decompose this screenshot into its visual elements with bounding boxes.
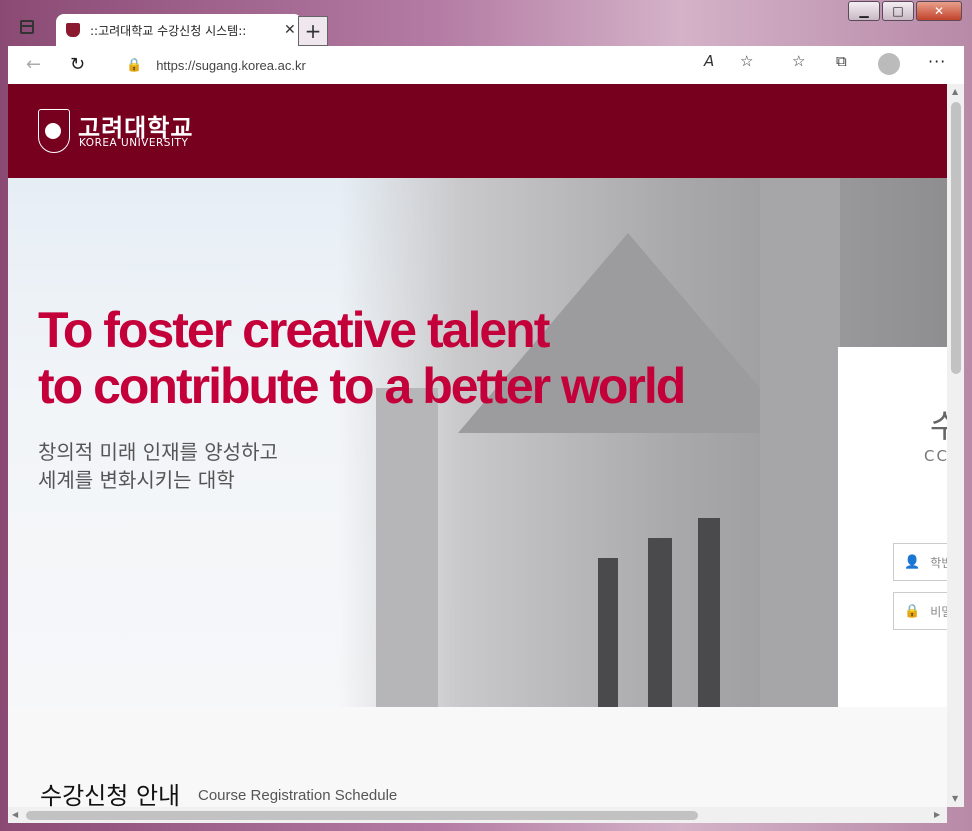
- hero-subtitle-line2: 세계를 변화시키는 대학: [38, 468, 235, 492]
- left-tower: [376, 388, 438, 707]
- browser-window: ▁ □ ✕ ::고려대학교 수강신청 시스템:: ✕ + ← ↻ 🔒 https…: [0, 0, 972, 831]
- lock-icon[interactable]: 🔒: [126, 58, 142, 73]
- section-title-english: Course Registration Schedule: [198, 787, 398, 804]
- login-subheading: CC: [924, 447, 947, 465]
- user-icon: 👤: [904, 554, 921, 570]
- student-id-field[interactable]: 👤 학번: [893, 543, 947, 581]
- scroll-left-icon[interactable]: ◀: [12, 810, 18, 819]
- right-tower: [760, 178, 840, 707]
- section-title-korean: 수강신청 안내: [40, 782, 181, 807]
- hero-banner: To foster creative talent to contribute …: [8, 178, 947, 707]
- favicon-icon: [66, 23, 80, 37]
- hero-title: To foster creative talent to contribute …: [38, 302, 686, 414]
- horizontal-scroll-thumb[interactable]: [26, 811, 698, 820]
- scroll-right-icon[interactable]: ▶: [934, 810, 940, 819]
- tab-actions-icon[interactable]: [20, 20, 34, 34]
- logo-english[interactable]: KOREA UNIVERSITY: [79, 137, 188, 149]
- reload-icon[interactable]: ↻: [70, 54, 85, 75]
- more-menu-icon[interactable]: ···: [928, 52, 946, 71]
- browser-toolbar: ← ↻ 🔒 https://sugang.korea.ac.kr A ☆ ☆ ⧉…: [8, 46, 964, 84]
- building-window: [598, 558, 618, 707]
- university-emblem-icon[interactable]: [38, 109, 70, 153]
- active-tab[interactable]: ::고려대학교 수강신청 시스템:: ✕: [56, 14, 302, 46]
- horizontal-scrollbar[interactable]: ◀ ▶: [8, 807, 947, 823]
- lock-field-icon: 🔒: [904, 603, 921, 619]
- hero-subtitle: 창의적 미래 인재를 양성하고 세계를 변화시키는 대학: [38, 438, 278, 494]
- hero-title-line1: To foster creative talent: [38, 302, 550, 358]
- tab-strip: ::고려대학교 수강신청 시스템:: ✕ +: [8, 12, 964, 46]
- read-aloud-icon[interactable]: A: [704, 52, 714, 70]
- building-window: [698, 518, 720, 707]
- collections-icon[interactable]: ⧉: [836, 52, 847, 70]
- hero-subtitle-line1: 창의적 미래 인재를 양성하고: [38, 440, 278, 464]
- page-viewport: 고려대학교 KOREA UNIVERSITY To foster creativ…: [8, 84, 947, 807]
- add-favorite-icon[interactable]: ☆: [740, 52, 753, 70]
- profile-avatar[interactable]: [878, 53, 900, 75]
- address-bar[interactable]: 🔒 https://sugang.korea.ac.kr: [108, 50, 772, 80]
- login-panel: 수 CC 👤 학번 🔒 비밀: [838, 347, 947, 707]
- scroll-up-icon[interactable]: ▲: [952, 87, 958, 96]
- site-header: 고려대학교 KOREA UNIVERSITY: [8, 84, 947, 178]
- favorites-icon[interactable]: ☆: [792, 52, 805, 70]
- new-tab-button[interactable]: +: [298, 16, 328, 46]
- password-field[interactable]: 🔒 비밀: [893, 592, 947, 630]
- building-window: [648, 538, 672, 707]
- scroll-down-icon[interactable]: ▼: [952, 794, 958, 803]
- student-id-placeholder: 학번: [930, 555, 947, 570]
- url-text[interactable]: https://sugang.korea.ac.kr: [156, 58, 306, 73]
- vertical-scroll-thumb[interactable]: [951, 102, 961, 374]
- tab-title: ::고려대학교 수강신청 시스템::: [90, 23, 247, 38]
- hero-title-line2: to contribute to a better world: [38, 358, 686, 414]
- back-arrow-icon[interactable]: ←: [26, 54, 41, 75]
- tab-close-icon[interactable]: ✕: [284, 22, 296, 38]
- vertical-scrollbar[interactable]: ▲ ▼: [947, 84, 964, 807]
- password-placeholder: 비밀: [930, 604, 947, 619]
- login-heading: 수: [930, 407, 947, 445]
